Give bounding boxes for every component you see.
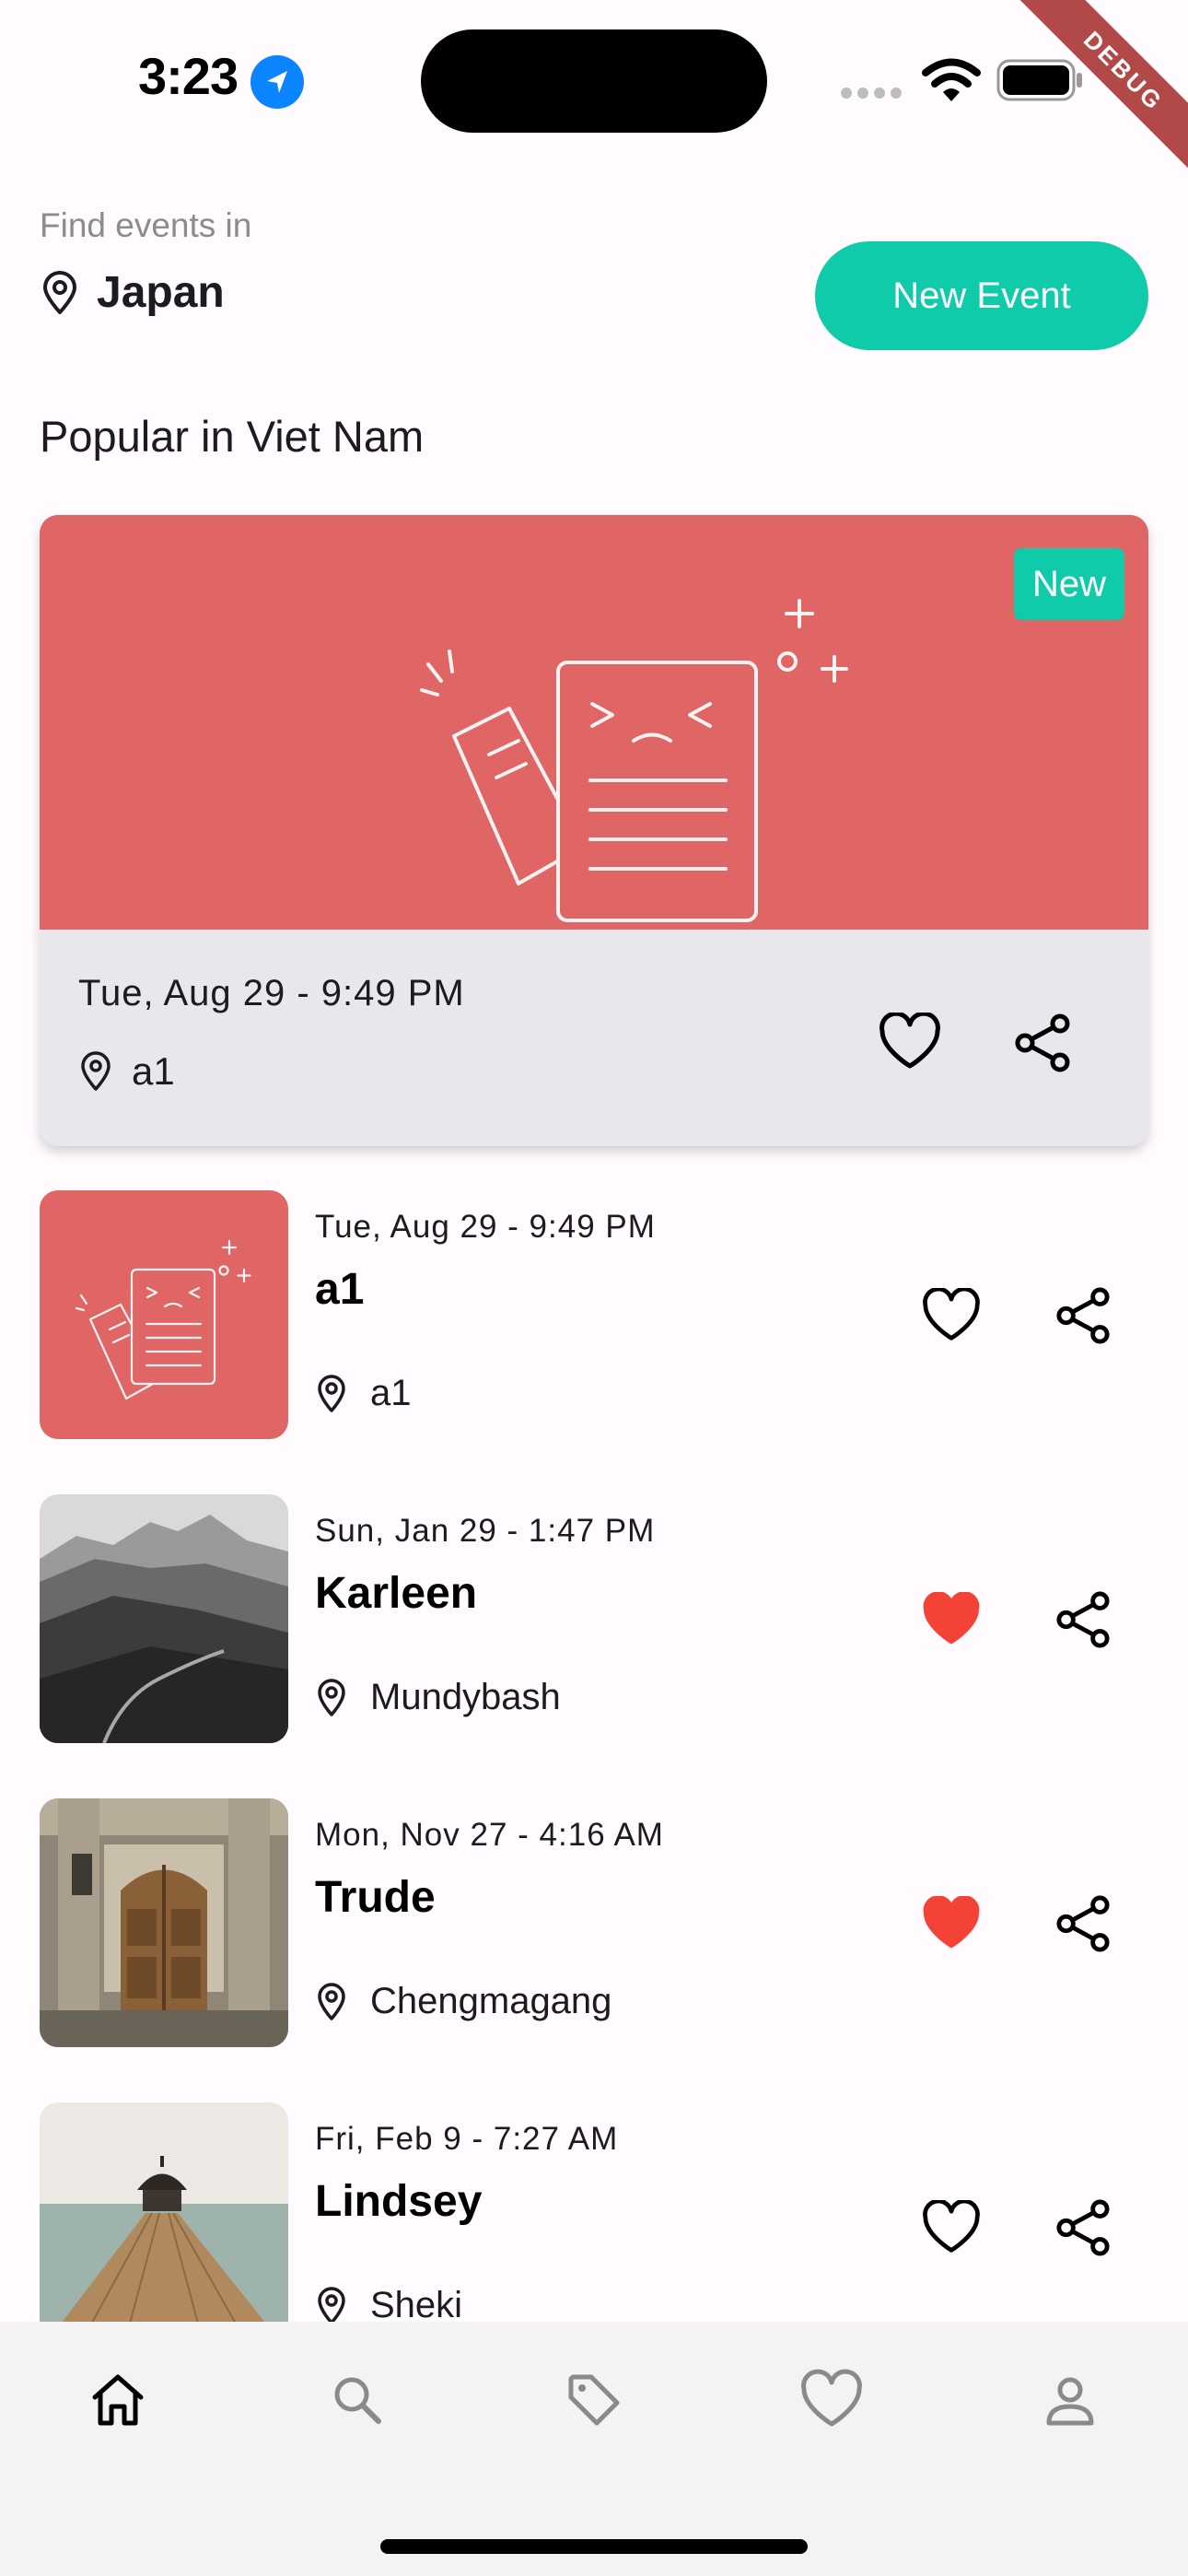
featured-event-image: New: [40, 515, 1148, 930]
featured-event-card[interactable]: New Tue, Aug 29 - 9:49 PM a1: [40, 515, 1148, 1146]
cellular-signal-icon: [841, 88, 902, 99]
event-thumbnail: [40, 1494, 288, 1743]
share-icon[interactable]: [1055, 2198, 1111, 2257]
event-thumbnail: [40, 2102, 288, 2322]
event-title: a1: [315, 1265, 365, 1314]
wifi-icon: [922, 58, 981, 101]
profile-icon[interactable]: [1038, 2368, 1102, 2432]
location-pin-icon: [318, 2286, 345, 2322]
section-title: Popular in Viet Nam: [40, 412, 425, 461]
find-events-label: Find events in: [40, 206, 252, 244]
home-icon[interactable]: [86, 2368, 150, 2432]
share-icon[interactable]: [1014, 1013, 1071, 1073]
event-location: Sheki: [315, 2285, 462, 2322]
debug-banner: DEBUG: [1004, 0, 1188, 184]
event-title: Karleen: [315, 1569, 478, 1618]
event-place: Sheki: [370, 2285, 463, 2322]
no-image-illustration: [420, 599, 848, 922]
featured-event-place: a1: [132, 1049, 175, 1093]
event-location: Mundybash: [315, 1677, 561, 1718]
location-pin-icon: [81, 1051, 111, 1091]
event-date: Fri, Feb 9 - 7:27 AM: [315, 2121, 619, 2157]
favorite-outline-icon[interactable]: [921, 1288, 982, 1343]
event-thumbnail: [40, 1798, 288, 2047]
featured-event-date: Tue, Aug 29 - 9:49 PM: [78, 973, 465, 1013]
event-list-item[interactable]: Sun, Jan 29 - 1:47 PM Karleen Mundybash: [0, 1494, 1188, 1743]
status-time: 3:23: [138, 47, 239, 105]
location-services-icon: [250, 55, 304, 109]
location-pin-icon: [43, 270, 76, 314]
favorite-filled-icon[interactable]: [921, 1896, 982, 1951]
event-date: Mon, Nov 27 - 4:16 AM: [315, 1817, 664, 1853]
event-title: Trude: [315, 1873, 436, 1922]
location-pin-icon: [318, 1374, 345, 1412]
home-indicator[interactable]: [380, 2539, 808, 2554]
mountain-photo: [40, 1494, 288, 1743]
event-list-item[interactable]: Fri, Feb 9 - 7:27 AM Lindsey Sheki: [0, 2102, 1188, 2322]
favorite-filled-icon[interactable]: [921, 1592, 982, 1647]
event-place: a1: [370, 1373, 412, 1413]
location-name: Japan: [97, 268, 225, 317]
pier-photo: [40, 2102, 288, 2322]
location-pin-icon: [318, 1982, 345, 2020]
no-image-illustration: [75, 1239, 251, 1400]
favorites-icon[interactable]: [799, 2368, 864, 2432]
event-date: Sun, Jan 29 - 1:47 PM: [315, 1513, 656, 1549]
dynamic-island: [421, 29, 767, 133]
favorite-outline-icon[interactable]: [921, 2200, 982, 2255]
bottom-navigation-bar: [0, 2322, 1188, 2576]
event-place: Mundybash: [370, 1677, 561, 1717]
new-event-button[interactable]: New Event: [815, 241, 1148, 350]
event-thumbnail: [40, 1190, 288, 1439]
new-badge: New: [1014, 548, 1124, 620]
featured-event-location: a1: [78, 1049, 175, 1094]
location-selector[interactable]: Japan: [40, 267, 225, 318]
location-pin-icon: [318, 1678, 345, 1716]
favorite-outline-icon[interactable]: [878, 1013, 942, 1071]
share-icon[interactable]: [1055, 1894, 1111, 1953]
screen: 3:23 DEBUG Find events in Japan New Even…: [0, 0, 1188, 2576]
event-list-item[interactable]: Tue, Aug 29 - 9:49 PM a1 a1: [0, 1190, 1188, 1439]
event-place: Chengmagang: [370, 1981, 612, 2021]
event-date: Tue, Aug 29 - 9:49 PM: [315, 1209, 656, 1245]
event-list[interactable]: Tue, Aug 29 - 9:49 PM a1 a1 Sun, Jan 29 …: [0, 1190, 1188, 2322]
event-list-item[interactable]: Mon, Nov 27 - 4:16 AM Trude Chengmagang: [0, 1798, 1188, 2047]
event-location: Chengmagang: [315, 1981, 611, 2022]
share-icon[interactable]: [1055, 1286, 1111, 1345]
search-icon[interactable]: [325, 2368, 390, 2432]
share-icon[interactable]: [1055, 1590, 1111, 1649]
tag-icon[interactable]: [562, 2368, 626, 2432]
debug-label: DEBUG: [1004, 0, 1188, 184]
event-title: Lindsey: [315, 2177, 483, 2226]
door-photo: [40, 1798, 288, 2047]
event-location: a1: [315, 1373, 412, 1414]
